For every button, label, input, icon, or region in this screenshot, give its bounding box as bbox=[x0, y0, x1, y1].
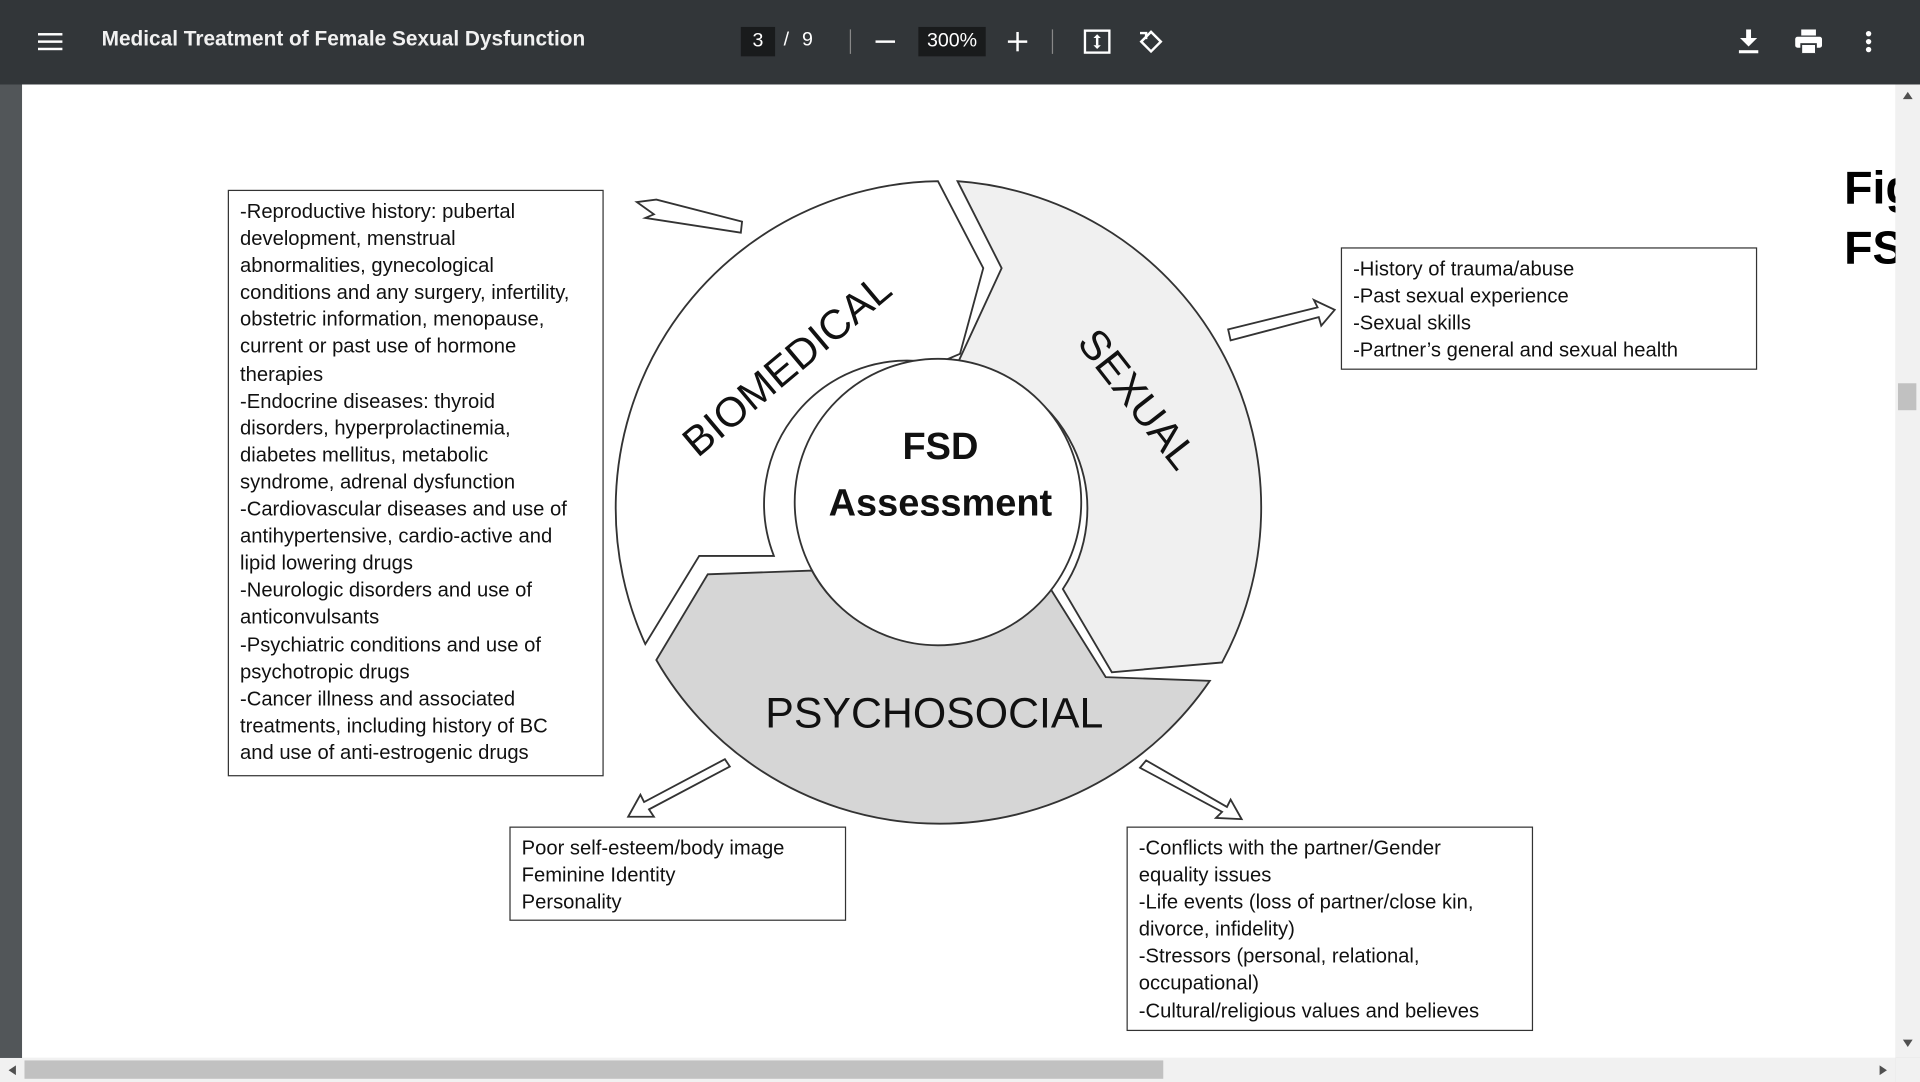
scrollbar-corner bbox=[1895, 1057, 1920, 1082]
scroll-right-icon[interactable] bbox=[1878, 1064, 1888, 1076]
download-icon[interactable] bbox=[1729, 22, 1768, 61]
scroll-down-icon[interactable] bbox=[1902, 1038, 1914, 1048]
biomedical-item: -Endocrine diseases: thyroid bbox=[240, 390, 495, 413]
scroll-left-icon[interactable] bbox=[7, 1064, 17, 1076]
page-separator: / bbox=[783, 29, 790, 51]
biomedical-item: obstetric information, menopause, bbox=[240, 309, 545, 332]
horizontal-scrollbar[interactable] bbox=[0, 1057, 1896, 1082]
biomedical-item: treatments, including history of BC bbox=[240, 714, 548, 737]
biomedical-item: therapies bbox=[240, 363, 324, 386]
biomedical-item: -Neurologic disorders and use of bbox=[240, 579, 533, 602]
biomedical-item: development, menstrual bbox=[240, 227, 456, 250]
document-title: Medical Treatment of Female Sexual Dysfu… bbox=[101, 26, 586, 51]
biomedical-item: current or past use of hormone bbox=[240, 336, 517, 359]
page-number-input[interactable]: 3 bbox=[740, 26, 776, 57]
psychosocial-item: occupational) bbox=[1138, 972, 1259, 995]
psychosocial-item: -Cultural/religious values and believes bbox=[1138, 999, 1480, 1022]
psychosocial-item: -Stressors (personal, relational, bbox=[1138, 945, 1420, 968]
zoom-level-input[interactable]: 300% bbox=[918, 26, 986, 57]
pdf-viewer: Medical Treatment of Female Sexual Dysfu… bbox=[0, 0, 1920, 1082]
biomedical-item: lipid lowering drugs bbox=[240, 552, 413, 575]
biomedical-item: and use of anti-estrogenic drugs bbox=[240, 741, 529, 764]
psychosocial-item: Personality bbox=[521, 891, 622, 914]
print-icon[interactable] bbox=[1789, 22, 1828, 61]
total-pages: 9 bbox=[802, 29, 813, 51]
biomedical-item: -Reproductive history: pubertal bbox=[240, 200, 516, 223]
figure-caption-fragment: Fig bbox=[1844, 162, 1895, 215]
psychosocial-item: Poor self-esteem/body image bbox=[521, 837, 785, 860]
zoom-out-icon[interactable] bbox=[867, 24, 904, 58]
biomedical-item: -Cardiovascular diseases and use of bbox=[240, 498, 567, 521]
figure-caption-fragment: FS bbox=[1844, 222, 1895, 275]
psychosocial-item: -Life events (loss of partner/close kin, bbox=[1138, 891, 1474, 914]
more-options-icon[interactable] bbox=[1849, 22, 1888, 61]
biomedical-item: -Cancer illness and associated bbox=[240, 687, 516, 710]
toolbar-divider bbox=[849, 29, 852, 54]
pdf-page: FSD Assessment BIOMEDICAL SEXUAL PSYCHOS… bbox=[22, 84, 1896, 1058]
sexual-item: -Partner’s general and sexual health bbox=[1353, 339, 1679, 362]
toolbar-divider bbox=[1051, 29, 1054, 54]
psychosocial-item: -Conflicts with the partner/Gender bbox=[1138, 837, 1441, 860]
center-label-line1: FSD bbox=[902, 426, 978, 468]
viewer-toolbar: Medical Treatment of Female Sexual Dysfu… bbox=[0, 0, 1920, 85]
sexual-item: -Past sexual experience bbox=[1353, 285, 1569, 308]
arrow-to-sexual-box bbox=[1227, 298, 1337, 342]
biomedical-item: -Psychiatric conditions and use of bbox=[240, 633, 541, 656]
psychosocial-label: PSYCHOSOCIAL bbox=[765, 689, 1103, 737]
center-label-line2: Assessment bbox=[829, 483, 1053, 525]
psychosocial-item: Feminine Identity bbox=[521, 864, 676, 887]
vertical-scrollbar[interactable] bbox=[1895, 84, 1920, 1058]
biomedical-item: syndrome, adrenal dysfunction bbox=[240, 471, 516, 494]
sexual-item: -Sexual skills bbox=[1353, 312, 1471, 335]
psychosocial-right-box: -Conflicts with the partner/Gender equal… bbox=[1126, 826, 1534, 1032]
biomedical-item: abnormalities, gynecological bbox=[240, 254, 494, 277]
zoom-in-icon[interactable] bbox=[999, 24, 1036, 58]
biomedical-box: -Reproductive history: pubertal developm… bbox=[227, 189, 604, 777]
biomedical-item: psychotropic drugs bbox=[240, 660, 410, 683]
psychosocial-left-box: Poor self-esteem/body image Feminine Ide… bbox=[509, 826, 847, 921]
arrow-to-psychosocial-right-box bbox=[1138, 759, 1244, 821]
scroll-up-icon[interactable] bbox=[1902, 91, 1914, 101]
sexual-box: -History of trauma/abuse -Past sexual ex… bbox=[1340, 247, 1758, 370]
biomedical-item: conditions and any surgery, infertility, bbox=[240, 281, 570, 305]
arrow-to-biomedical-box bbox=[634, 198, 744, 234]
biomedical-item: diabetes mellitus, metabolic bbox=[240, 444, 489, 467]
rotate-icon[interactable] bbox=[1131, 22, 1170, 61]
psychosocial-item: divorce, infidelity) bbox=[1138, 918, 1295, 941]
menu-icon[interactable] bbox=[27, 20, 74, 64]
fit-to-page-icon[interactable] bbox=[1078, 22, 1117, 61]
vertical-scroll-thumb[interactable] bbox=[1897, 383, 1917, 411]
biomedical-item: disorders, hyperprolactinemia, bbox=[240, 417, 511, 440]
horizontal-scroll-thumb[interactable] bbox=[24, 1060, 1164, 1079]
biomedical-item: antihypertensive, cardio-active and bbox=[240, 525, 553, 548]
biomedical-item: anticonvulsants bbox=[240, 606, 380, 629]
sexual-item: -History of trauma/abuse bbox=[1353, 258, 1575, 281]
arrow-to-psychosocial-left-box bbox=[626, 757, 732, 818]
psychosocial-item: equality issues bbox=[1138, 864, 1272, 887]
